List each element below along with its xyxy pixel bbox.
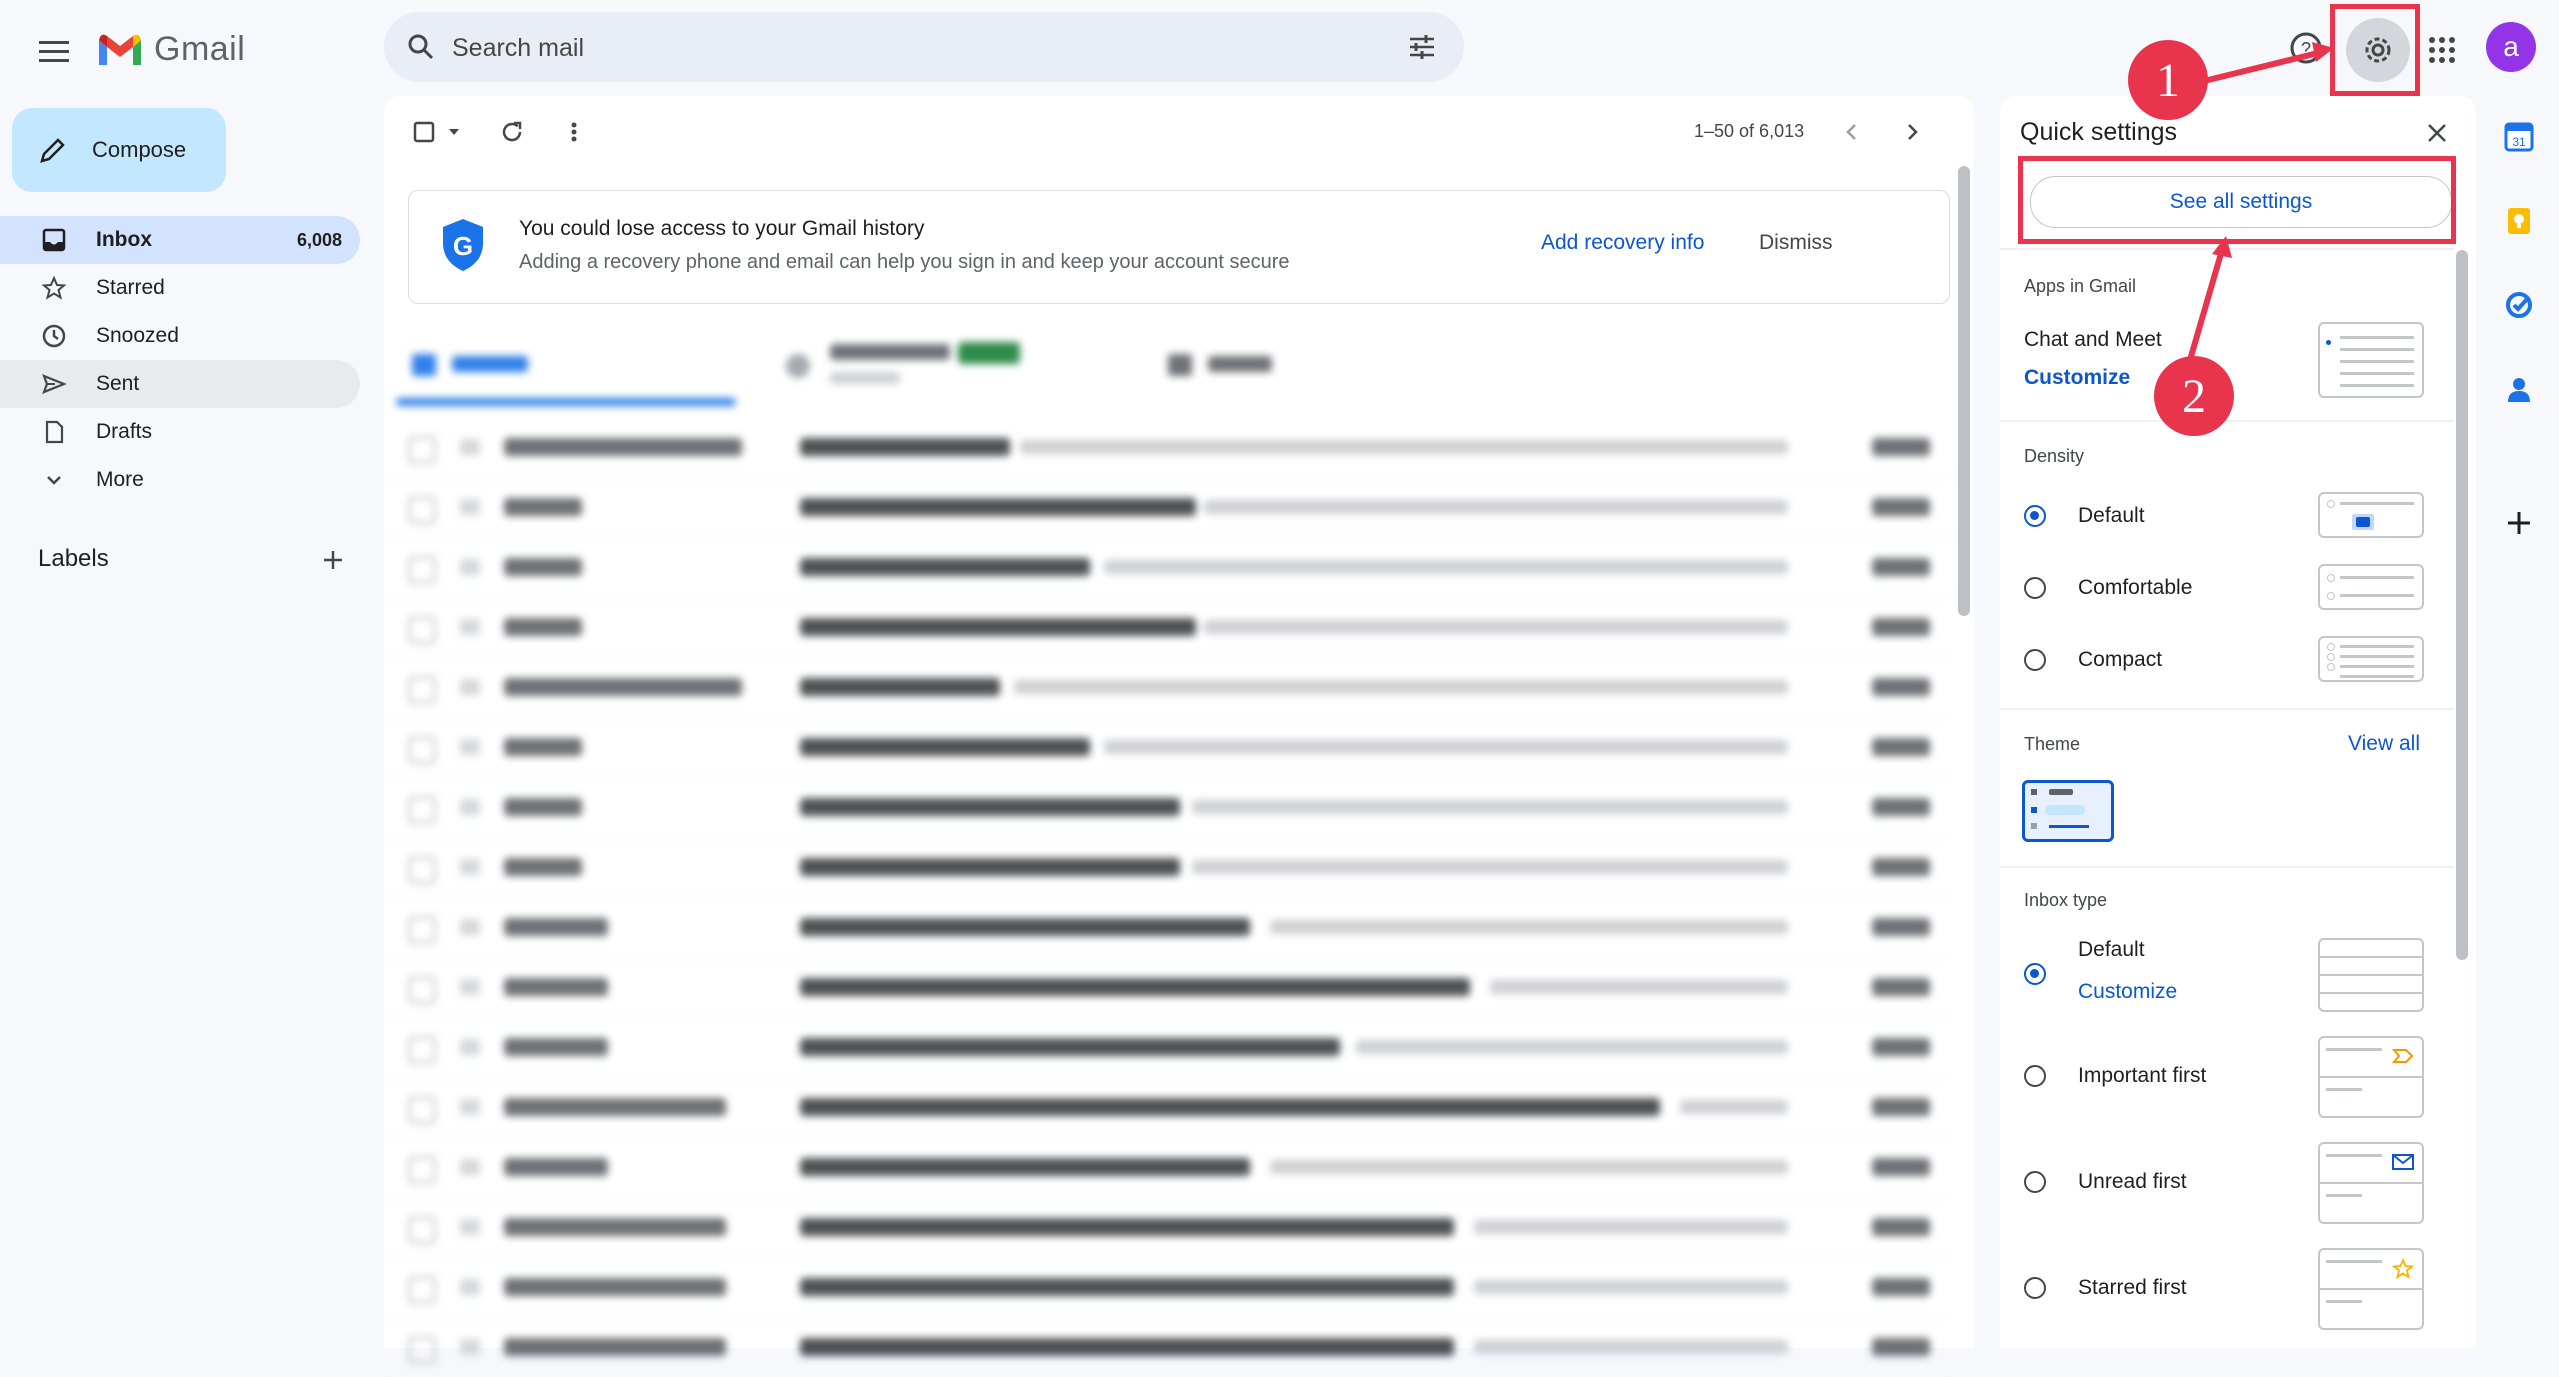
step-2-badge: 2	[2154, 356, 2234, 436]
annotation-arrows	[2187, 42, 2334, 361]
step-1-badge: 1	[2128, 40, 2208, 120]
